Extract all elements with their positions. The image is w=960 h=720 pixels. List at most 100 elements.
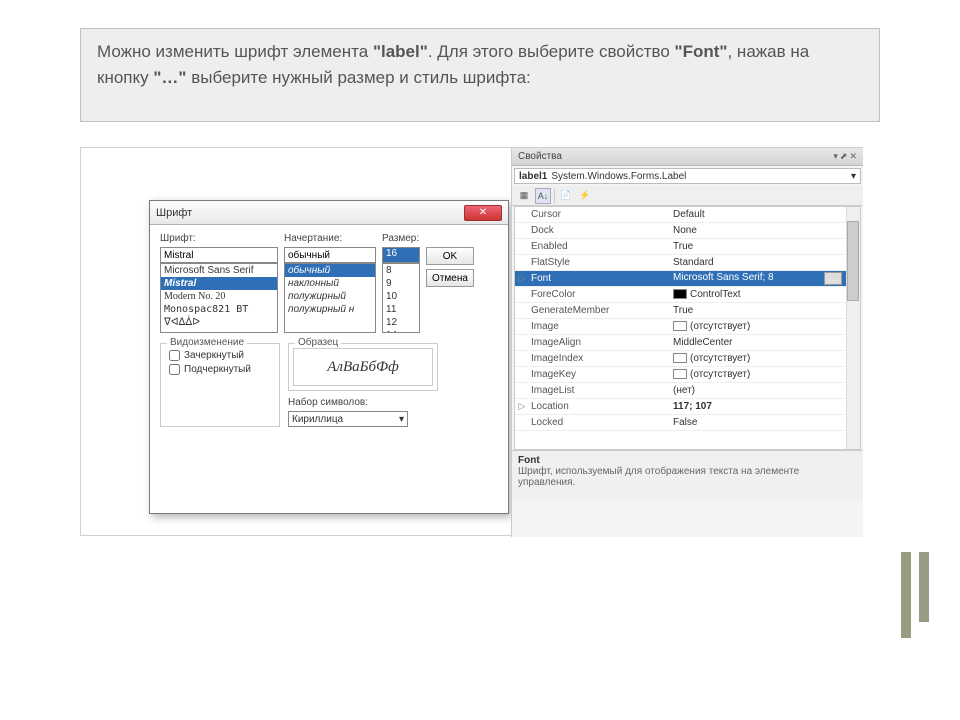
list-item[interactable]: 12 bbox=[383, 316, 419, 329]
font-label: Шрифт: bbox=[160, 233, 278, 244]
property-row[interactable]: ImageAlignMiddleCenter bbox=[515, 335, 860, 351]
list-item[interactable]: 10 bbox=[383, 290, 419, 303]
property-value[interactable]: (нет) bbox=[669, 385, 860, 396]
property-row[interactable]: Image(отсутствует) bbox=[515, 319, 860, 335]
property-row[interactable]: LockedFalse bbox=[515, 415, 860, 431]
properties-titlebar[interactable]: Свойства ▾⬈✕ bbox=[512, 148, 863, 166]
close-icon: ✕ bbox=[479, 207, 487, 218]
size-label: Размер: bbox=[382, 233, 420, 244]
property-row[interactable]: ImageList(нет) bbox=[515, 383, 860, 399]
instruction-text: Можно изменить шрифт элемента "label". Д… bbox=[80, 28, 880, 122]
property-name: Image bbox=[529, 321, 669, 332]
property-value[interactable]: (отсутствует) bbox=[669, 321, 860, 332]
list-item[interactable]: ᐁᐊᐃᐄᐅ bbox=[161, 316, 277, 329]
property-value[interactable]: Microsoft Sans Serif; 8 … bbox=[669, 272, 860, 285]
property-value[interactable]: None bbox=[669, 225, 860, 236]
size-input[interactable]: 16 bbox=[382, 247, 420, 263]
property-value[interactable]: Standard bbox=[669, 257, 860, 268]
list-item[interactable]: обычный bbox=[285, 264, 375, 277]
properties-panel: Свойства ▾⬈✕ label1 System.Windows.Forms… bbox=[511, 148, 863, 537]
underline-checkbox[interactable]: Подчеркнутый bbox=[169, 364, 271, 375]
property-row[interactable]: GenerateMemberTrue bbox=[515, 303, 860, 319]
property-value[interactable]: MiddleCenter bbox=[669, 337, 860, 348]
strikeout-checkbox[interactable]: Зачеркнутый bbox=[169, 350, 271, 361]
decoration bbox=[901, 552, 911, 638]
chevron-down-icon: ▾ bbox=[851, 171, 856, 182]
property-value[interactable]: Default bbox=[669, 209, 860, 220]
ellipsis-button[interactable]: … bbox=[824, 272, 842, 285]
sample-preview: АлВаБбФф bbox=[293, 348, 433, 386]
close-button[interactable]: ✕ bbox=[464, 205, 502, 221]
property-value[interactable]: (отсутствует) bbox=[669, 353, 860, 364]
list-item[interactable]: наклонный bbox=[285, 277, 375, 290]
font-input[interactable] bbox=[160, 247, 278, 263]
property-name: ImageKey bbox=[529, 369, 669, 380]
size-list[interactable]: 8 9 10 11 12 14 16 bbox=[382, 263, 420, 333]
property-row[interactable]: ▷FontMicrosoft Sans Serif; 8 … bbox=[515, 271, 860, 287]
properties-grid[interactable]: CursorDefaultDockNoneEnabledTrueFlatStyl… bbox=[514, 206, 861, 450]
property-name: Cursor bbox=[529, 209, 669, 220]
list-item[interactable]: 8 bbox=[383, 264, 419, 277]
dialog-titlebar[interactable]: Шрифт ✕ bbox=[150, 201, 508, 225]
properties-toolbar: ▦ A↓ 📄 ⚡ bbox=[512, 186, 863, 206]
property-row[interactable]: ForeColorControlText bbox=[515, 287, 860, 303]
scroll-thumb[interactable] bbox=[847, 221, 859, 301]
list-item[interactable]: Microsoft Sans Serif bbox=[161, 264, 277, 277]
expand-icon[interactable]: ▷ bbox=[515, 401, 529, 412]
alphabetical-button[interactable]: A↓ bbox=[535, 188, 551, 204]
close-icon[interactable]: ✕ bbox=[849, 151, 857, 162]
decoration bbox=[919, 552, 929, 622]
property-row[interactable]: EnabledTrue bbox=[515, 239, 860, 255]
property-row[interactable]: ImageIndex(отсутствует) bbox=[515, 351, 860, 367]
property-name: FlatStyle bbox=[529, 257, 669, 268]
font-dialog: Шрифт ✕ Шрифт: Microsoft Sans Serif Mist… bbox=[149, 200, 509, 514]
style-label: Начертание: bbox=[284, 233, 376, 244]
property-name: Dock bbox=[529, 225, 669, 236]
dialog-title: Шрифт bbox=[156, 207, 192, 219]
list-item[interactable]: полужирный bbox=[285, 290, 375, 303]
property-value[interactable]: False bbox=[669, 417, 860, 428]
events-button[interactable]: ⚡ bbox=[577, 188, 593, 204]
font-list[interactable]: Microsoft Sans Serif Mistral Modern No. … bbox=[160, 263, 278, 333]
list-item[interactable]: Modern No. 20 bbox=[161, 290, 277, 303]
object-selector[interactable]: label1 System.Windows.Forms.Label ▾ bbox=[514, 168, 861, 184]
list-item[interactable]: полужирный н bbox=[285, 303, 375, 316]
property-name: Location bbox=[529, 401, 669, 412]
property-row[interactable]: FlatStyleStandard bbox=[515, 255, 860, 271]
property-row[interactable]: CursorDefault bbox=[515, 207, 860, 223]
pin-icon[interactable]: ⬈ bbox=[840, 151, 848, 162]
sample-group-label: Образец bbox=[295, 337, 341, 348]
property-value[interactable]: True bbox=[669, 241, 860, 252]
expand-icon[interactable]: ▷ bbox=[515, 273, 529, 284]
charset-select[interactable]: Кириллица ▾ bbox=[288, 411, 408, 427]
style-list[interactable]: обычный наклонный полужирный полужирный … bbox=[284, 263, 376, 333]
dropdown-icon[interactable]: ▾ bbox=[833, 151, 838, 162]
property-name: Locked bbox=[529, 417, 669, 428]
property-row[interactable]: DockNone bbox=[515, 223, 860, 239]
property-value[interactable]: ControlText bbox=[669, 289, 860, 300]
ok-button[interactable]: OK bbox=[426, 247, 474, 265]
cancel-button[interactable]: Отмена bbox=[426, 269, 474, 287]
chevron-down-icon: ▾ bbox=[399, 414, 404, 425]
property-name: ForeColor bbox=[529, 289, 669, 300]
property-row[interactable]: ImageKey(отсутствует) bbox=[515, 367, 860, 383]
property-description: Font Шрифт, используемый для отображения… bbox=[512, 450, 863, 500]
charset-label: Набор символов: bbox=[288, 397, 438, 408]
property-name: Enabled bbox=[529, 241, 669, 252]
screenshot-area: Шрифт ✕ Шрифт: Microsoft Sans Serif Mist… bbox=[80, 147, 863, 536]
list-item[interactable]: 9 bbox=[383, 277, 419, 290]
properties-button[interactable]: 📄 bbox=[558, 188, 574, 204]
property-name: ImageIndex bbox=[529, 353, 669, 364]
style-input[interactable] bbox=[284, 247, 376, 263]
property-name: ImageList bbox=[529, 385, 669, 396]
list-item[interactable]: 11 bbox=[383, 303, 419, 316]
property-value[interactable]: 117; 107 bbox=[669, 401, 860, 412]
property-name: ImageAlign bbox=[529, 337, 669, 348]
list-item[interactable]: Monospac821 BT bbox=[161, 303, 277, 316]
categorized-button[interactable]: ▦ bbox=[516, 188, 532, 204]
list-item[interactable]: Mistral bbox=[161, 277, 277, 290]
scrollbar[interactable] bbox=[846, 207, 860, 449]
property-row[interactable]: ▷Location117; 107 bbox=[515, 399, 860, 415]
property-value[interactable]: True bbox=[669, 305, 860, 316]
property-value[interactable]: (отсутствует) bbox=[669, 369, 860, 380]
